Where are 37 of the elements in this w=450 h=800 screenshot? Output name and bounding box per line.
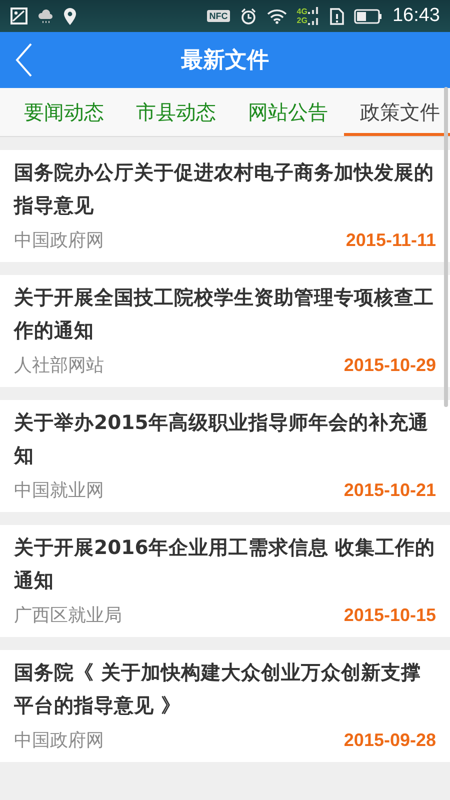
sim-card-icon — [330, 8, 344, 24]
battery-icon — [354, 8, 382, 24]
alarm-clock-icon — [240, 8, 257, 24]
article-source: 广西区就业局 — [14, 604, 122, 627]
article-card[interactable]: 关于开展2016年企业用工需求信息 收集工作的通知 广西区就业局 2015-10-15 — [0, 525, 450, 637]
network-type-label: 2G — [296, 16, 308, 25]
article-source: 中国政府网 — [14, 229, 104, 252]
category-tab[interactable]: 要闻动态 — [8, 88, 120, 136]
category-tab[interactable]: 市县动态 — [120, 88, 232, 136]
article-title: 关于开展2016年企业用工需求信息 收集工作的通知 — [14, 535, 436, 594]
article-card[interactable]: 国务院办公厅关于促进农村电子商务加快发展的指导意见 中国政府网 2015-11-11 — [0, 150, 450, 262]
screen-title: 最新文件 — [181, 47, 269, 75]
article-title: 国务院《 关于加快构建大众创业万众创新支撑平台的指导意见 》 — [14, 660, 422, 719]
cloud-icon — [38, 9, 54, 23]
article-date: 2015-09-28 — [344, 730, 436, 750]
clock-time: 16:43 — [392, 5, 440, 27]
article-title: 关于开展全国技工院校学生资助管理专项核查工作的通知 — [14, 285, 435, 344]
article-date: 2015-10-15 — [344, 604, 436, 626]
article-title: 关于举办2015年高级职业指导师年会的补充通知 — [14, 410, 430, 469]
image-icon — [10, 7, 28, 25]
article-date: 2015-10-21 — [344, 480, 436, 500]
article-source: 中国就业网 — [14, 479, 104, 502]
article-title: 国务院办公厅关于促进农村电子商务加快发展的指导意见 — [14, 160, 435, 219]
article-source: 人社部网站 — [14, 354, 104, 377]
article-card[interactable]: 关于开展全国技工院校学生资助管理专项核查工作的通知 人社部网站 2015-10-29 — [0, 275, 450, 387]
category-tab[interactable]: 网站公告 — [232, 88, 344, 136]
nfc-label: NFC — [207, 10, 230, 22]
wifi-icon — [266, 8, 287, 24]
article-date: 2015-11-11 — [346, 230, 436, 250]
article-source: 中国政府网 — [14, 729, 104, 752]
article-card[interactable]: 国务院《 关于加快构建大众创业万众创新支撑平台的指导意见 》 中国政府网 2015-09-28 — [0, 650, 450, 762]
location-pin-icon — [64, 8, 76, 24]
signal-icon — [308, 6, 320, 26]
article-date: 2015-10-29 — [344, 354, 436, 376]
back-icon — [14, 42, 34, 78]
network-type-label: 4G — [296, 7, 308, 16]
article-card[interactable]: 关于举办2015年高级职业指导师年会的补充通知 中国就业网 2015-10-21 — [0, 400, 450, 512]
